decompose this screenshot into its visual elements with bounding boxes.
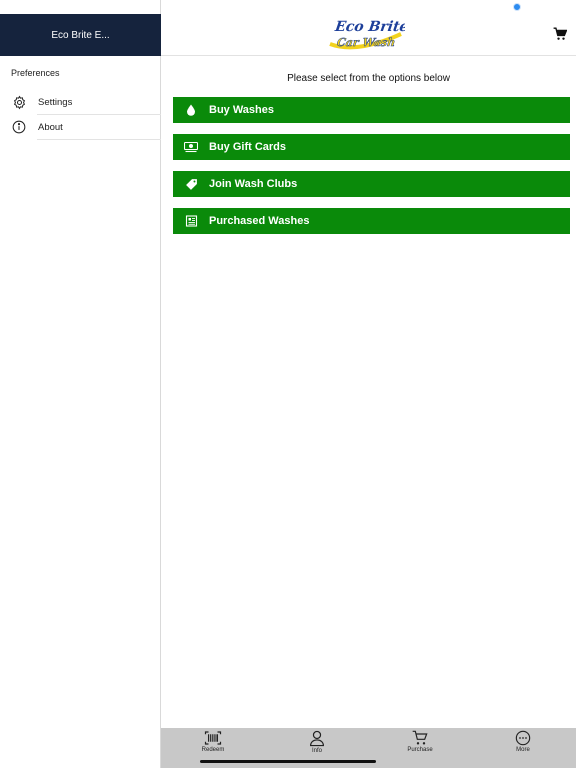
info-circle-icon: [11, 119, 27, 135]
tab-label: Redeem: [201, 747, 225, 753]
top-header: Eco Brite Car Wash: [161, 0, 576, 56]
barcode-icon: [204, 731, 222, 745]
tab-label: Purchase: [407, 747, 433, 753]
cart-icon[interactable]: [553, 27, 568, 41]
buy-gift-cards-label: Buy Gift Cards: [209, 141, 287, 153]
eco-brite-logo: Eco Brite Car Wash: [327, 14, 410, 54]
tab-more[interactable]: More: [498, 730, 548, 760]
buy-gift-cards-button[interactable]: Buy Gift Cards: [173, 134, 570, 160]
tag-icon: [184, 177, 198, 191]
buy-washes-button[interactable]: Buy Washes: [173, 97, 570, 123]
preferences-label: Preferences: [11, 68, 60, 78]
sidebar-header: Eco Brite E...: [0, 14, 161, 56]
svg-text:Car Wash: Car Wash: [336, 36, 396, 49]
person-icon: [310, 730, 324, 747]
buy-washes-label: Buy Washes: [209, 104, 275, 116]
home-indicator: [200, 760, 376, 763]
cart-icon: [412, 730, 428, 745]
ellipsis-circle-icon: [515, 730, 531, 746]
join-wash-clubs-button[interactable]: Join Wash Clubs: [173, 171, 570, 197]
tab-purchase[interactable]: Purchase: [395, 730, 445, 760]
sidebar-title: Eco Brite E...: [51, 29, 110, 41]
sidebar: Eco Brite E... Preferences Settings Abou…: [0, 0, 161, 768]
sidebar-item-settings[interactable]: Settings: [0, 90, 161, 114]
cash-icon: [184, 140, 198, 154]
tab-label: Info: [311, 748, 322, 754]
tab-info[interactable]: Info: [292, 730, 342, 760]
tab-label: More: [516, 747, 530, 753]
tab-redeem[interactable]: Redeem: [188, 730, 238, 760]
receipt-icon: [184, 214, 198, 228]
options-prompt: Please select from the options below: [287, 73, 450, 84]
sidebar-item-label: About: [38, 121, 63, 133]
purchased-washes-button[interactable]: Purchased Washes: [173, 208, 570, 234]
svg-text:Eco Brite: Eco Brite: [333, 19, 405, 35]
join-wash-clubs-label: Join Wash Clubs: [209, 178, 298, 190]
purchased-washes-label: Purchased Washes: [209, 215, 310, 227]
sidebar-item-about[interactable]: About: [0, 115, 161, 139]
menu-divider: [37, 139, 161, 140]
droplet-icon: [184, 103, 198, 117]
sidebar-item-label: Settings: [38, 96, 73, 108]
gear-icon: [11, 94, 27, 110]
